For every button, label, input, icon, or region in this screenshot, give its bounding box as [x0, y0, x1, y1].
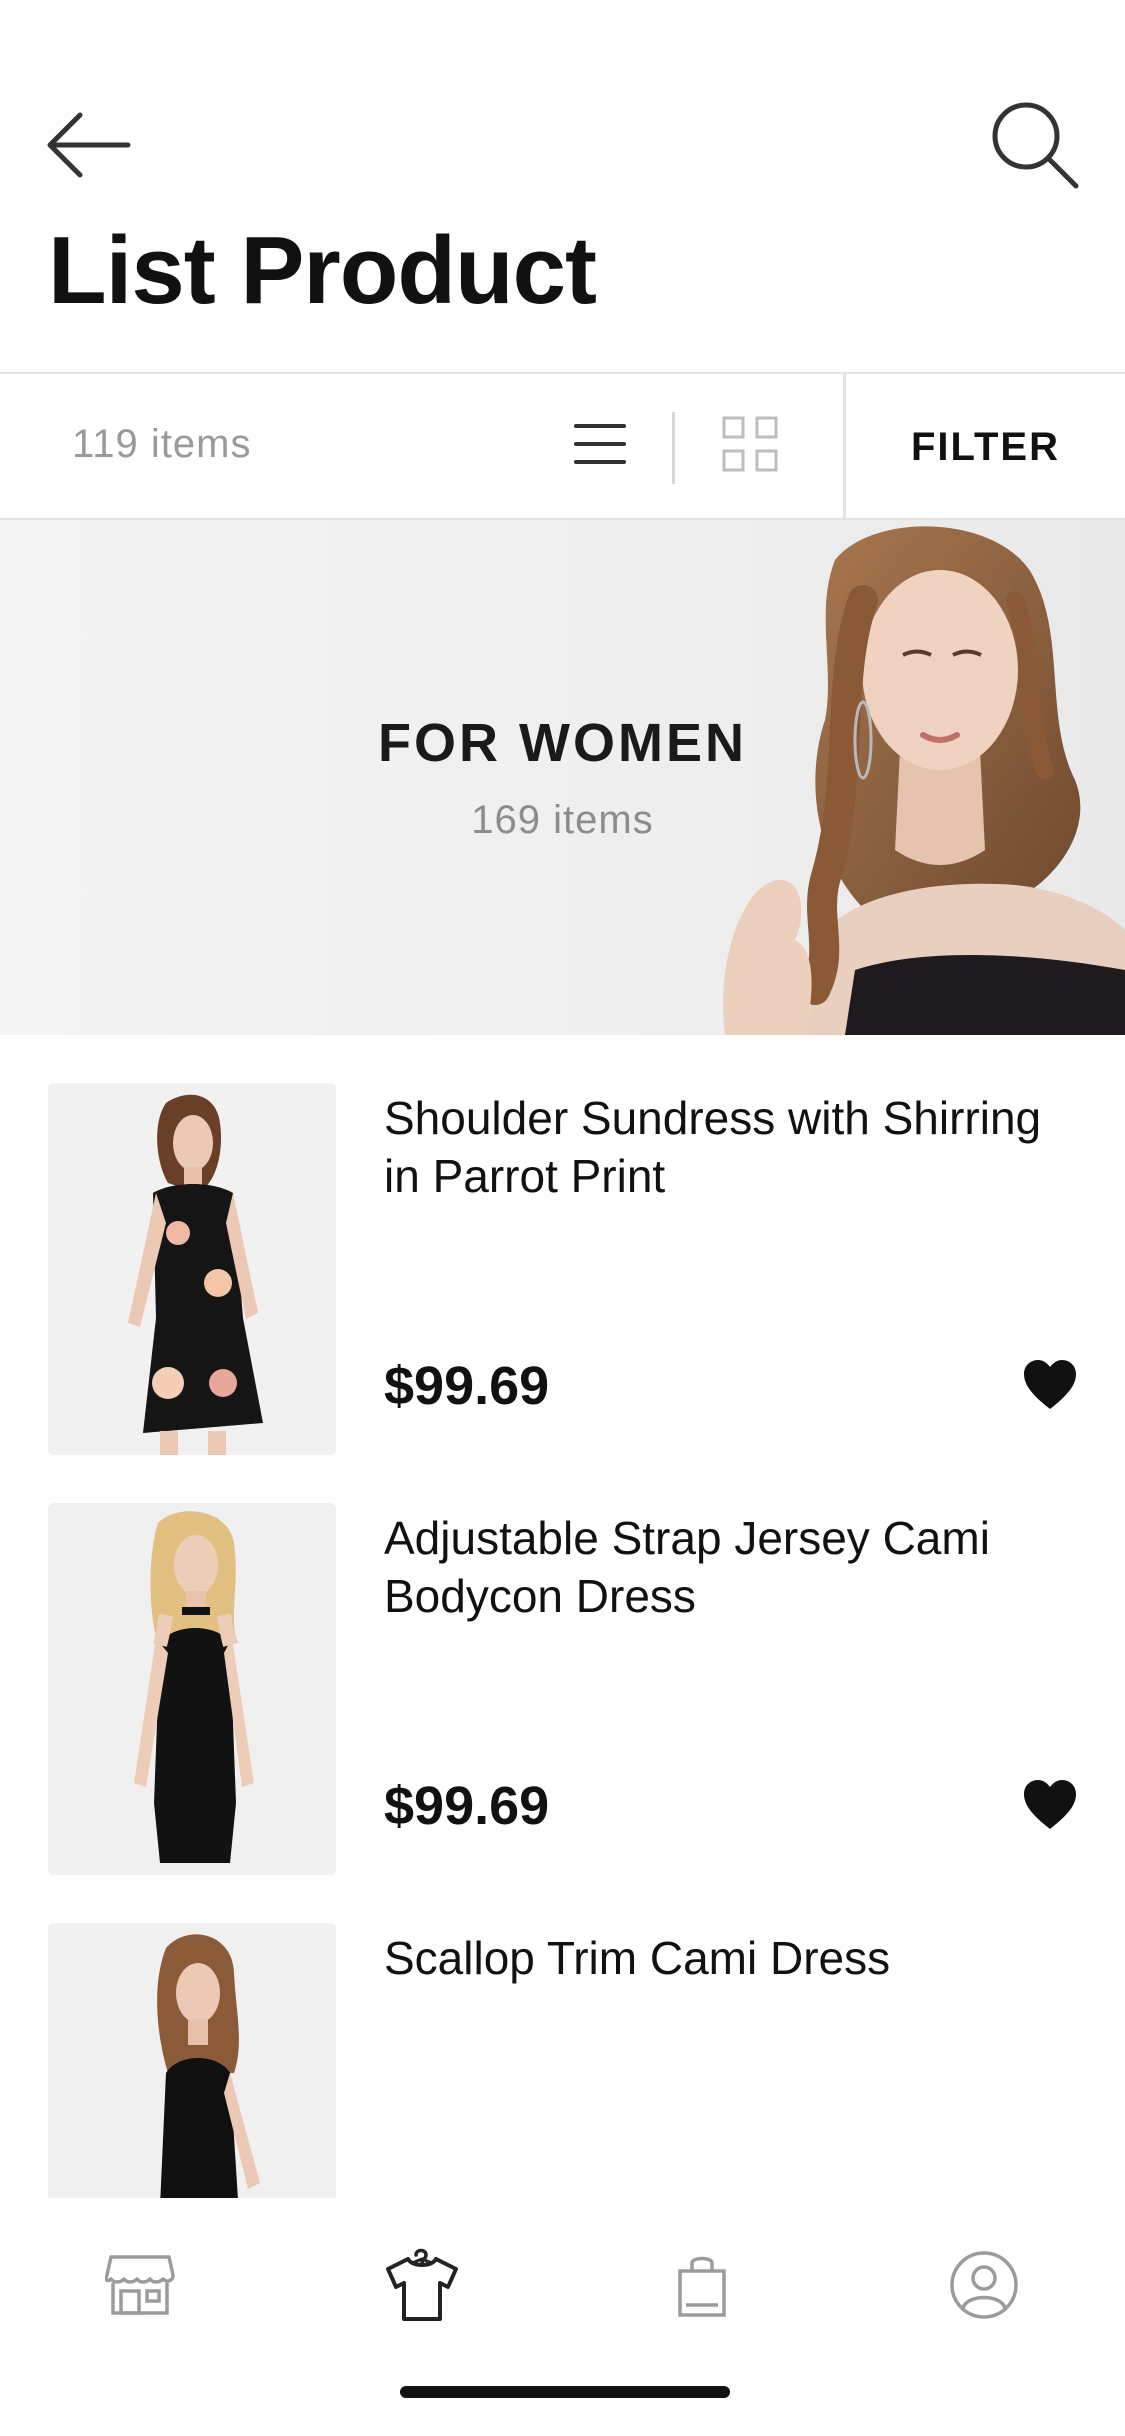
filter-button[interactable]: FILTER	[846, 374, 1125, 520]
tab-shop[interactable]	[372, 2240, 472, 2330]
product-name: Adjustable Strap Jersey Cami Bodycon Dre…	[384, 1512, 990, 1622]
search-button[interactable]	[990, 100, 1080, 190]
home-indicator	[400, 2386, 730, 2398]
product-price: $99.69	[384, 1776, 550, 1836]
view-divider	[672, 412, 675, 484]
product-card[interactable]: Adjustable Strap Jersey Cami Bodycon Dre…	[0, 1455, 1125, 1875]
product-price: $99.69	[384, 1356, 550, 1416]
tab-bar	[0, 2198, 1125, 2436]
shopping-bag-icon	[678, 2256, 726, 2317]
list-view-icon	[574, 424, 626, 464]
page-title: List Product	[48, 217, 597, 324]
back-button[interactable]	[44, 110, 132, 180]
header: List Product	[0, 0, 1125, 372]
grid-view-icon	[722, 416, 778, 472]
store-icon	[105, 2255, 175, 2315]
arrow-left-icon	[47, 112, 131, 178]
product-image	[48, 1503, 336, 1875]
banner-title: FOR WOMEN	[378, 713, 747, 773]
category-banner[interactable]: FOR WOMEN 169 items	[0, 520, 1125, 1035]
tab-profile[interactable]	[934, 2240, 1034, 2330]
tab-store[interactable]	[90, 2240, 190, 2330]
product-image	[48, 1083, 336, 1455]
product-name: Shoulder Sundress with Shirring in Parro…	[384, 1092, 1042, 1202]
heart-icon	[1024, 1780, 1076, 1829]
product-name: Scallop Trim Cami Dress	[384, 1932, 891, 1984]
favorite-button[interactable]	[1022, 1777, 1078, 1833]
product-card[interactable]: Scallop Trim Cami Dress	[0, 1875, 1125, 2198]
heart-icon	[1024, 1360, 1076, 1409]
toolbar: 119 items FILTER	[0, 372, 1125, 520]
shirt-icon	[386, 2248, 458, 2321]
model-photo	[723, 526, 1125, 1035]
product-card[interactable]: Shoulder Sundress with Shirring in Parro…	[0, 1035, 1125, 1455]
grid-view-button[interactable]	[720, 414, 780, 474]
banner-item-count: 169 items	[471, 798, 654, 842]
item-count: 119 items	[72, 422, 252, 466]
product-image	[48, 1923, 336, 2198]
search-icon	[992, 102, 1079, 189]
list-view-button[interactable]	[570, 414, 630, 474]
user-profile-icon	[950, 2251, 1018, 2319]
tab-bag[interactable]	[652, 2240, 752, 2330]
favorite-button[interactable]	[1022, 1357, 1078, 1413]
product-list: Shoulder Sundress with Shirring in Parro…	[0, 1035, 1125, 2198]
